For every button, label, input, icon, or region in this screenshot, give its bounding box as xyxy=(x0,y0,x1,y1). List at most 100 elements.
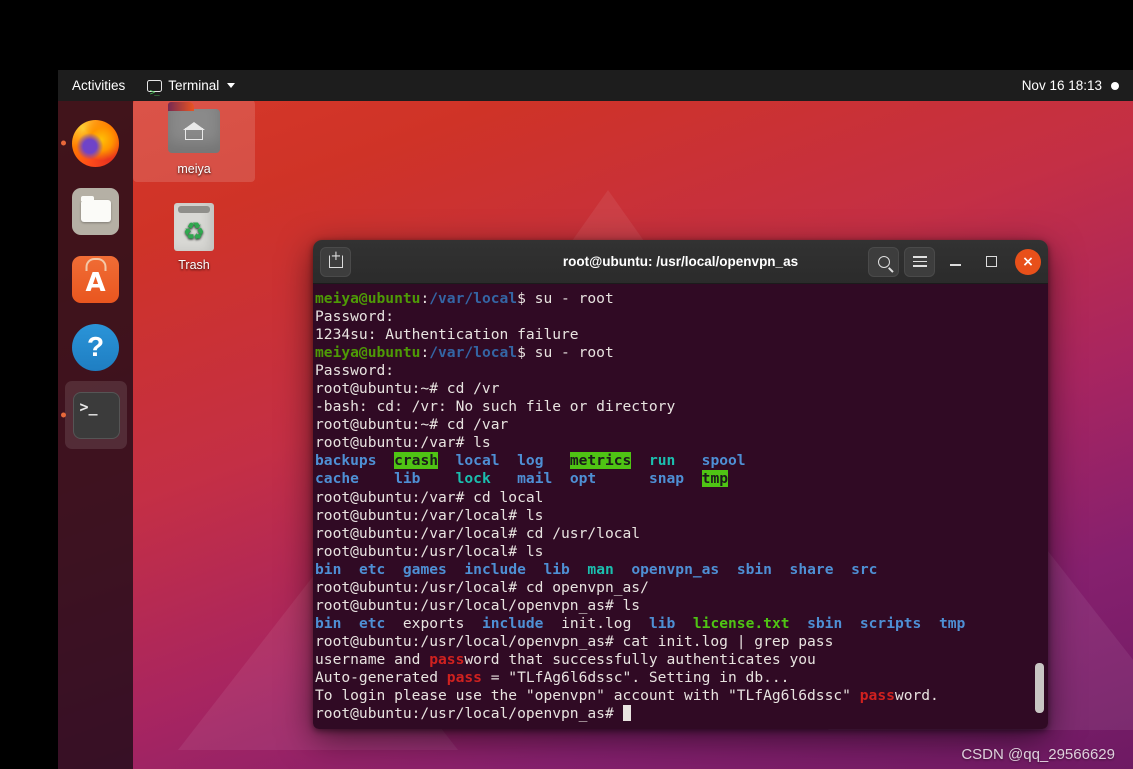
terminal-segment: log xyxy=(517,452,544,470)
terminal-glyph: >_ xyxy=(79,397,98,416)
dock-item-software[interactable]: A xyxy=(58,245,133,313)
terminal-segment: root@ubuntu:/var# cd local xyxy=(315,488,544,506)
terminal-line: root@ubuntu:/var# ls xyxy=(315,434,1048,452)
app-menu-label: Terminal xyxy=(168,78,220,93)
terminal-segment: share xyxy=(789,560,834,578)
chevron-down-icon xyxy=(227,83,236,88)
terminal-segment: root@ubuntu:/usr/local/openvpn_as# cat i… xyxy=(315,632,834,650)
terminal-segment: mail xyxy=(517,470,553,488)
dock-item-firefox[interactable] xyxy=(58,109,133,177)
desktop-icon-trash[interactable]: ♻ Trash xyxy=(133,196,255,278)
terminal-segment: -bash: cd: /vr: No such file or director… xyxy=(315,398,676,416)
hamburger-menu-icon xyxy=(912,255,927,268)
terminal-segment: etc xyxy=(358,614,386,632)
terminal-segment: games xyxy=(402,560,447,578)
terminal-segment: scripts xyxy=(859,614,922,632)
terminal-segment: init.log xyxy=(561,614,632,632)
terminal-segment xyxy=(341,615,359,632)
terminal-line: Password: xyxy=(315,362,1048,380)
activities-button[interactable]: Activities xyxy=(58,70,137,101)
terminal-segment xyxy=(526,561,544,578)
terminal-segment xyxy=(552,470,570,487)
minimize-button[interactable] xyxy=(940,247,971,277)
terminal-segment: root@ubuntu:/var/local# ls xyxy=(315,506,544,524)
terminal-segment: backups xyxy=(315,452,377,470)
status-dot-icon[interactable] xyxy=(1111,81,1119,90)
search-button[interactable] xyxy=(868,246,899,277)
terminal-segment xyxy=(341,561,359,578)
terminal-segment xyxy=(491,470,517,487)
terminal-segment: snap xyxy=(648,470,685,488)
terminal-line: meiya@ubuntu:/var/local$ su - root xyxy=(315,290,1048,308)
terminal-segment xyxy=(631,452,649,469)
desktop-icon-home[interactable]: meiya xyxy=(133,100,255,182)
terminal-line: root@ubuntu:/var# cd local xyxy=(315,489,1048,507)
terminal-titlebar[interactable]: root@ubuntu: /usr/local/openvpn_as × xyxy=(313,240,1048,284)
top-bar: Activities Terminal Nov 16 18:13 xyxy=(58,70,1133,109)
terminal-window[interactable]: root@ubuntu: /usr/local/openvpn_as × mei… xyxy=(313,240,1048,729)
software-glyph: A xyxy=(85,267,106,298)
help-glyph: ? xyxy=(86,331,105,362)
terminal-segment: bin xyxy=(315,614,342,632)
ubuntu-software-icon: A xyxy=(72,255,119,303)
dock-item-help[interactable]: ? xyxy=(58,313,133,381)
app-menu-terminal[interactable]: Terminal xyxy=(137,70,245,109)
terminal-segment: cache xyxy=(315,470,359,488)
terminal-segment: tmp xyxy=(701,470,729,488)
terminal-segment: opt xyxy=(569,470,597,488)
desktop-icon-label: meiya xyxy=(177,162,211,176)
clock[interactable]: Nov 16 18:13 xyxy=(1022,78,1102,93)
dock-item-terminal[interactable]: >_ xyxy=(61,381,127,449)
terminal-scrollbar-thumb[interactable] xyxy=(1035,663,1044,713)
terminal-segment xyxy=(684,470,702,487)
terminal-segment: meiya@ubuntu xyxy=(315,290,421,307)
new-tab-button[interactable] xyxy=(320,246,351,277)
terminal-line: -bash: cd: /vr: No such file or director… xyxy=(315,398,1048,416)
terminal-segment: 1234su: Authentication failure xyxy=(315,326,579,344)
terminal-segment: : xyxy=(420,344,430,362)
titlebar-controls: × xyxy=(868,246,1041,277)
terminal-line: cache lib lock mail opt snap tmp xyxy=(315,470,1048,488)
terminal-segment xyxy=(570,561,588,578)
terminal-segment: root@ubuntu:/usr/local/openvpn_as# ls xyxy=(315,596,641,614)
terminal-segment xyxy=(464,615,482,632)
terminal-segment: word. xyxy=(894,687,939,705)
terminal-line: 1234su: Authentication failure xyxy=(315,326,1048,344)
terminal-segment xyxy=(447,561,465,578)
dock-item-files[interactable] xyxy=(58,177,133,245)
terminal-segment: username and xyxy=(315,650,430,668)
terminal-body[interactable]: meiya@ubuntu:/var/local$ su - root Passwo… xyxy=(313,284,1048,729)
close-button[interactable]: × xyxy=(1015,248,1041,275)
terminal-segment: include xyxy=(481,614,544,632)
terminal-segment: word that successfully authenticates you xyxy=(464,650,816,668)
terminal-line: root@ubuntu:/usr/local/openvpn_as# xyxy=(315,705,1048,723)
screen: meiya ♻ Trash Activities Terminal Nov 16… xyxy=(0,0,1133,769)
terminal-line: root@ubuntu:/var/local# cd /usr/local xyxy=(315,525,1048,543)
terminal-segment: $ su - root xyxy=(517,290,614,307)
terminal-line: To login please use the "openvpn" accoun… xyxy=(315,687,1048,705)
terminal-line: bin etc exports include init.log lib lic… xyxy=(315,615,1048,633)
minimize-icon xyxy=(950,264,961,266)
topbar-right: Nov 16 18:13 xyxy=(1022,78,1133,93)
terminal-segment: src xyxy=(851,560,878,578)
terminal-segment: bin xyxy=(315,560,342,578)
terminal-segment: lib xyxy=(394,470,421,488)
running-indicator-icon xyxy=(61,412,66,418)
terminal-line: Auto-generated pass = "TLfAg6l6dssc". Se… xyxy=(315,669,1048,687)
terminal-line: root@ubuntu:/usr/local/openvpn_as# ls xyxy=(315,597,1048,615)
terminal-segment: Auto-generated xyxy=(315,668,447,686)
terminal-segment: run xyxy=(648,452,676,470)
terminal-line: root@ubuntu:/var/local# ls xyxy=(315,507,1048,525)
menu-button[interactable] xyxy=(904,246,935,277)
terminal-segment xyxy=(772,561,790,578)
terminal-segment: /var/local xyxy=(429,290,518,307)
dock: A ? >_ xyxy=(58,101,133,769)
terminal-segment: root@ubuntu:~# cd /var xyxy=(315,416,509,434)
terminal-segment xyxy=(833,561,851,578)
terminal-segment xyxy=(385,615,403,632)
terminal-segment: root@ubuntu:/usr/local/openvpn_as# xyxy=(315,705,623,723)
terminal-segment: local xyxy=(455,452,500,470)
maximize-button[interactable] xyxy=(976,247,1007,277)
terminal-line: root@ubuntu:/usr/local# cd openvpn_as/ xyxy=(315,579,1048,597)
terminal-segment: sbin xyxy=(736,560,772,578)
